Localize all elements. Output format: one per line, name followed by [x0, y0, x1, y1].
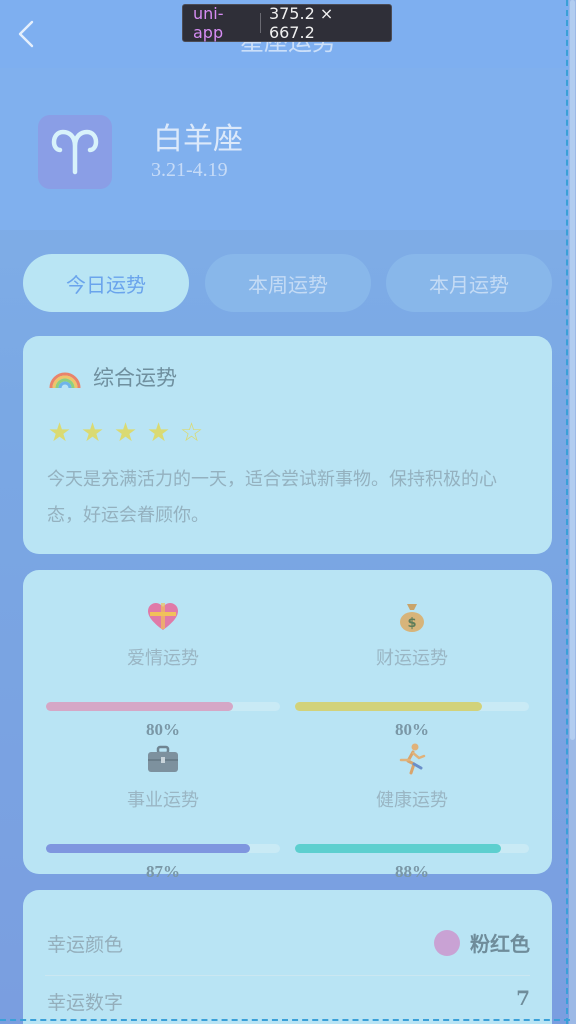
metric-love: 爱情运势 80% — [46, 600, 280, 739]
metric-wealth: $ 财运运势 80% — [295, 600, 529, 739]
devtools-separator — [259, 13, 261, 33]
viewport-outline-bottom — [0, 1019, 570, 1021]
devtools-app-name: uni-app — [193, 4, 224, 42]
sign-name: 白羊座 — [153, 122, 243, 157]
sign-header: 白羊座 3.21-4.19 — [0, 68, 576, 230]
nav-bar: 星座运势 uni-app 375.2 × 667.2 — [0, 0, 576, 68]
progress-fill — [295, 702, 483, 711]
lucky-number-row: 幸运数字 7 — [45, 972, 530, 1024]
tab-today[interactable]: 今日运势 — [23, 254, 189, 312]
metric-label: 财运运势 — [376, 648, 448, 669]
overall-fortune-card: 综合运势 ★ ★ ★ ★ ☆ 今天是充满活力的一天，适合尝试新事物。保持积极的心… — [23, 336, 552, 554]
tab-week[interactable]: 本周运势 — [205, 254, 371, 312]
progress-fill — [46, 844, 250, 853]
overall-header: 综合运势 — [49, 362, 177, 392]
star-icon: ★ — [146, 418, 171, 448]
lucky-color-label: 幸运颜色 — [47, 934, 124, 956]
metric-value: 88% — [395, 862, 429, 881]
overall-description: 今天是充满活力的一天，适合尝试新事物。保持积极的心态，好运会眷顾你。 — [47, 469, 497, 526]
heart-icon — [148, 603, 178, 630]
lucky-number-label: 幸运数字 — [47, 992, 124, 1014]
star-icon: ★ — [80, 418, 105, 448]
metric-health: 健康运势 88% — [295, 742, 529, 881]
tab-month[interactable]: 本月运势 — [386, 254, 552, 312]
lucky-info-card: 幸运颜色 粉红色 幸运数字 7 — [23, 890, 552, 1024]
lucky-number-value: 7 — [516, 986, 530, 1010]
devtools-size-readout: 375.2 × 667.2 — [268, 4, 334, 42]
star-outline-icon: ☆ — [179, 418, 204, 448]
money-bag-icon: $ — [400, 604, 424, 632]
metric-label: 健康运势 — [376, 790, 448, 811]
lucky-color-value: 粉红色 — [434, 928, 530, 957]
svg-text:$: $ — [407, 616, 416, 631]
progress-fill — [46, 702, 234, 711]
metric-value: 87% — [146, 862, 180, 881]
lucky-color-text: 粉红色 — [470, 932, 530, 956]
sign-date-range: 3.21-4.19 — [151, 159, 228, 181]
progress-track — [295, 844, 529, 853]
runner-icon — [399, 743, 426, 775]
star-icon: ★ — [47, 418, 72, 448]
devtools-size-badge: uni-app 375.2 × 667.2 — [182, 4, 392, 42]
progress-track — [295, 702, 529, 711]
rainbow-icon — [49, 372, 81, 389]
scrollbar-thumb[interactable] — [570, 0, 575, 740]
lucky-color-row: 幸运颜色 粉红色 — [45, 914, 530, 972]
color-swatch — [434, 929, 460, 956]
metric-value: 80% — [395, 720, 429, 739]
progress-track — [46, 702, 280, 711]
aries-icon — [38, 115, 112, 189]
progress-fill — [295, 844, 501, 853]
briefcase-icon — [148, 745, 178, 772]
star-rating: ★ ★ ★ ★ ☆ — [46, 420, 205, 446]
progress-track — [46, 844, 280, 853]
metric-career: 事业运势 87% — [46, 742, 280, 881]
metric-value: 80% — [146, 720, 180, 739]
period-tabs: 今日运势 本周运势 本月运势 — [23, 254, 552, 314]
fortune-metrics-card: 爱情运势 80% $ 财运运势 80% 事业运势 87% 健康运势 88% — [23, 570, 552, 881]
overall-title: 综合运势 — [93, 366, 177, 390]
viewport-outline-right — [566, 0, 568, 1024]
metric-label: 爱情运势 — [127, 648, 199, 669]
metric-label: 事业运势 — [127, 790, 199, 811]
star-icon: ★ — [113, 418, 138, 448]
